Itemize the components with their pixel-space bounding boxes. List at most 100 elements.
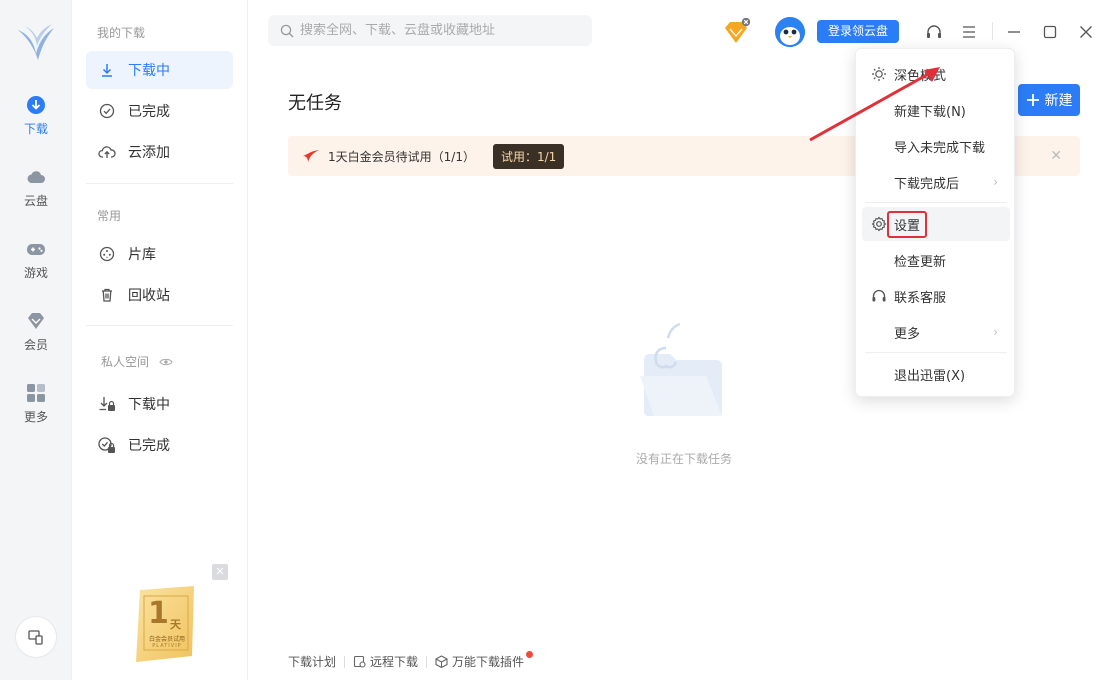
menu-item-label: 联系客服 xyxy=(894,290,947,306)
promo-close-button[interactable]: ✕ xyxy=(212,564,228,580)
footer-divider xyxy=(426,655,428,668)
nav-item-private-completed[interactable]: 已完成 xyxy=(86,426,233,464)
rail-label: 更多 xyxy=(23,410,48,424)
search-box[interactable] xyxy=(268,15,592,46)
nav-divider xyxy=(86,183,233,184)
rail-item-download[interactable]: 下载 xyxy=(0,94,72,148)
chevron-right-icon: › xyxy=(993,325,998,339)
nav-item-label: 片库 xyxy=(128,247,156,263)
rail-label: 会员 xyxy=(23,338,48,352)
sun-icon xyxy=(871,66,887,82)
nav-item-completed[interactable]: 已完成 xyxy=(86,92,233,130)
menu-item-label: 新建下载(N) xyxy=(894,104,966,120)
nav-section-private: 私人空间 xyxy=(101,353,173,370)
rail-item-vip[interactable]: 会员 xyxy=(0,310,72,364)
locked-download-icon xyxy=(98,395,116,413)
nav-item-downloading[interactable]: 下载中 xyxy=(86,51,233,89)
search-icon xyxy=(280,24,294,37)
device-icon xyxy=(28,630,43,645)
close-button[interactable] xyxy=(1076,22,1096,42)
headset-icon xyxy=(871,288,887,304)
notification-dot xyxy=(526,651,534,658)
diamond-icon xyxy=(28,313,44,329)
menu-item-more[interactable]: 更多 › xyxy=(862,315,1010,349)
main-dropdown-menu: 深色模式 新建下载(N) 导入未完成下载 下载完成后 › 设置 检查更新 联系客… xyxy=(855,48,1015,397)
promo-unit: 天 xyxy=(170,618,181,631)
avatar[interactable] xyxy=(775,17,805,47)
trash-icon xyxy=(98,286,116,304)
menu-item-label: 设置 xyxy=(887,210,928,238)
banner-text: 1天白金会员待试用（1/1） xyxy=(328,149,475,164)
minimize-icon xyxy=(1008,31,1020,33)
menu-item-check-update[interactable]: 检查更新 xyxy=(862,243,1010,277)
plugin-link[interactable]: 万能下载插件 xyxy=(435,651,534,670)
app-logo-icon xyxy=(18,24,54,60)
menu-divider xyxy=(865,352,1007,353)
nav-item-recycle[interactable]: 回收站 xyxy=(86,276,233,314)
nav-item-library[interactable]: 片库 xyxy=(86,235,233,273)
remote-download-link[interactable]: 远程下载 xyxy=(353,653,418,670)
download-plan-link[interactable]: 下载计划 xyxy=(288,653,336,670)
login-button[interactable]: 登录领云盘 xyxy=(817,20,899,43)
headset-button[interactable] xyxy=(924,22,944,42)
page-title: 无任务 xyxy=(288,93,342,114)
plugin-label: 万能下载插件 xyxy=(452,655,525,669)
nav-panel: 我的下载 下载中 已完成 云添加 常用 片库 回收站 私人空间 下载中 已完成 … xyxy=(72,0,248,680)
empty-folder-illustration xyxy=(636,318,726,418)
new-task-label: 新建 xyxy=(1044,93,1073,109)
nav-item-label: 回收站 xyxy=(128,288,170,304)
remote-download-label: 远程下载 xyxy=(370,655,419,669)
chevron-right-icon: › xyxy=(993,175,998,189)
menu-item-label: 退出迅雷(X) xyxy=(894,368,966,384)
menu-item-label: 检查更新 xyxy=(894,254,947,270)
menu-item-import-unfinished[interactable]: 导入未完成下载 xyxy=(862,129,1010,163)
main-menu-button[interactable] xyxy=(959,22,979,42)
grid-icon xyxy=(27,384,45,402)
nav-section-common: 常用 xyxy=(97,209,122,223)
menu-item-exit[interactable]: 退出迅雷(X) xyxy=(862,357,1010,391)
gold-diamond-icon xyxy=(725,17,751,43)
nav-divider xyxy=(86,325,233,326)
gamepad-icon xyxy=(27,244,45,255)
maximize-button[interactable] xyxy=(1040,22,1060,42)
promo-days: 1 xyxy=(148,596,169,631)
rail-label: 游戏 xyxy=(23,266,48,280)
menu-item-after-complete[interactable]: 下载完成后 › xyxy=(862,165,1010,199)
nav-item-label: 已完成 xyxy=(128,438,170,454)
nav-section-label: 私人空间 xyxy=(101,355,150,369)
empty-state-text: 没有正在下载任务 xyxy=(635,452,732,466)
nav-item-cloud-add[interactable]: 云添加 xyxy=(86,133,233,171)
rail-item-cloud[interactable]: 云盘 xyxy=(0,166,72,220)
film-reel-icon xyxy=(98,245,116,263)
rail-item-game[interactable]: 游戏 xyxy=(0,238,72,292)
vip-badge-button[interactable] xyxy=(722,17,751,46)
nav-item-private-downloading[interactable]: 下载中 xyxy=(86,385,233,423)
menu-divider xyxy=(865,202,1007,203)
nav-item-label: 云添加 xyxy=(128,145,170,161)
promo-line: 白金会员试用 xyxy=(148,636,185,643)
eye-icon[interactable] xyxy=(159,357,173,367)
cloud-upload-icon xyxy=(98,143,116,161)
search-input[interactable] xyxy=(300,23,580,38)
menu-item-label: 深色模式 xyxy=(894,68,947,84)
rail-label: 云盘 xyxy=(23,194,48,208)
banner-close-button[interactable]: ✕ xyxy=(1050,148,1062,164)
menu-item-dark-mode[interactable]: 深色模式 xyxy=(862,57,1010,91)
menu-item-settings[interactable]: 设置 xyxy=(862,207,1010,241)
rail-item-more[interactable]: 更多 xyxy=(0,382,72,436)
vip-trial-promo-card[interactable]: 1 天 白金会员试用 PLATIVIP xyxy=(134,586,198,662)
empty-folder-icon xyxy=(640,322,722,416)
footer-bar: 下载计划 远程下载 万能下载插件 xyxy=(288,651,534,670)
minimize-button[interactable] xyxy=(1004,22,1024,42)
menu-item-support[interactable]: 联系客服 xyxy=(862,279,1010,313)
menu-item-new-download[interactable]: 新建下载(N) xyxy=(862,93,1010,127)
download-circle-icon xyxy=(27,96,45,114)
gear-icon xyxy=(871,216,887,232)
nav-item-label: 下载中 xyxy=(128,397,170,413)
new-task-button[interactable]: 新建 xyxy=(1018,84,1080,116)
toolbar-divider xyxy=(992,22,993,40)
device-switch-button[interactable] xyxy=(15,616,57,658)
left-rail: 下载 云盘 游戏 会员 更多 xyxy=(0,0,72,680)
menu-item-label: 更多 xyxy=(894,326,921,342)
trial-badge[interactable]: 试用：1/1 xyxy=(492,143,565,169)
